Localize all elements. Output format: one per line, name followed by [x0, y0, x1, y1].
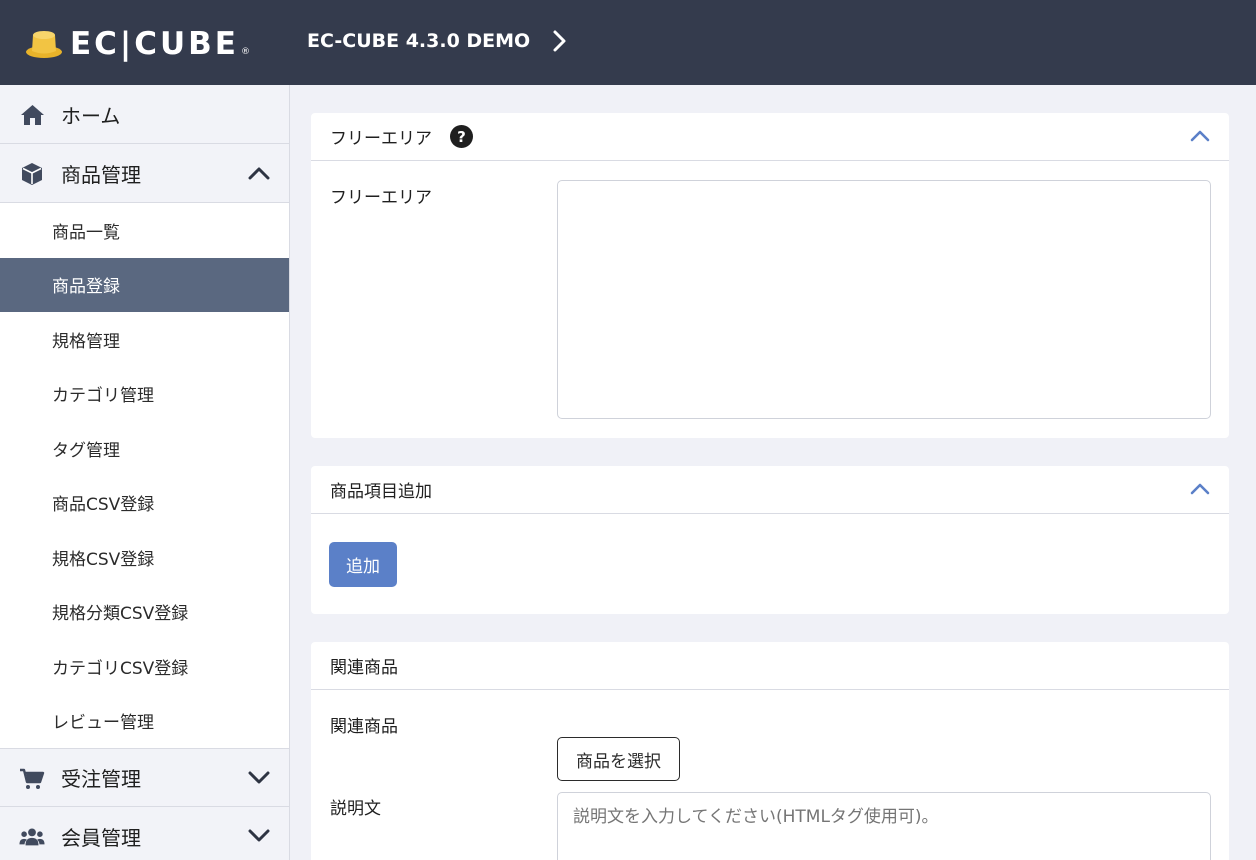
sidebar-subitem-tag-manage[interactable]: タグ管理 [0, 421, 289, 476]
logo[interactable]: EC|CUBE ® [24, 25, 250, 63]
sidebar-subitem-label: カテゴリ管理 [52, 386, 154, 407]
chevron-up-icon[interactable] [247, 163, 271, 187]
sidebar-item-label: ホーム [61, 103, 121, 128]
card-header: フリーエリア ? [311, 113, 1229, 161]
sidebar-subitem-class-category-csv[interactable]: 規格分類CSV登録 [0, 585, 289, 640]
card-title: フリーエリア [330, 129, 432, 149]
sidebar-subitem-product-list[interactable]: 商品一覧 [0, 203, 289, 258]
home-icon [19, 102, 45, 128]
sidebar-subitem-label: カテゴリCSV登録 [52, 658, 189, 679]
chevron-right-icon[interactable] [550, 29, 568, 57]
sidebar-subitem-review-manage[interactable]: レビュー管理 [0, 694, 289, 749]
sidebar-subitem-label: レビュー管理 [52, 713, 154, 734]
card-header: 商品項目追加 [311, 466, 1229, 514]
sidebar: ホーム 商品管理 商品一覧 商品登録 規格管理 カテゴリ管理 タグ管理 商品CS… [0, 85, 290, 860]
cart-icon [19, 766, 45, 792]
sidebar-subitem-label: 規格管理 [52, 331, 120, 352]
field-label: フリーエリア [330, 188, 432, 208]
sidebar-subitem-class-manage[interactable]: 規格管理 [0, 312, 289, 367]
sidebar-subitem-label: 規格分類CSV登録 [52, 604, 189, 625]
sidebar-subitem-product-csv[interactable]: 商品CSV登録 [0, 476, 289, 531]
sidebar-item-label: 会員管理 [61, 825, 141, 850]
sidebar-item-customer[interactable]: 会員管理 [0, 807, 289, 860]
sidebar-subitem-label: 商品登録 [52, 277, 120, 298]
sidebar-subitem-label: 規格CSV登録 [52, 549, 155, 570]
sidebar-subitem-label: 商品一覧 [52, 222, 120, 243]
shop-name-link[interactable]: EC-CUBE 4.3.0 DEMO [307, 30, 530, 52]
field-label: 関連商品 [330, 717, 398, 737]
help-icon[interactable]: ? [450, 125, 473, 148]
product-item-add-card: 商品項目追加 追加 [311, 466, 1229, 614]
cube-logo-icon [24, 25, 64, 63]
field-label: 説明文 [330, 799, 381, 819]
logo-registered-mark: ® [240, 47, 250, 57]
description-textarea[interactable] [557, 792, 1211, 860]
sidebar-item-order[interactable]: 受注管理 [0, 748, 289, 807]
chevron-up-icon[interactable] [1189, 128, 1211, 148]
card-header: 関連商品 [311, 642, 1229, 690]
free-area-textarea[interactable] [557, 180, 1211, 419]
related-products-card: 関連商品 関連商品 商品を選択 説明文 [311, 642, 1229, 860]
free-area-card: フリーエリア ? フリーエリア [311, 113, 1229, 438]
sidebar-item-label: 商品管理 [61, 162, 141, 187]
sidebar-subitem-class-csv[interactable]: 規格CSV登録 [0, 530, 289, 585]
sidebar-item-product[interactable]: 商品管理 [0, 144, 289, 203]
card-title: 商品項目追加 [330, 482, 432, 502]
box-icon [19, 161, 45, 187]
card-title: 関連商品 [330, 658, 398, 678]
chevron-down-icon[interactable] [247, 768, 271, 792]
chevron-up-icon[interactable] [1189, 481, 1211, 501]
sidebar-item-home[interactable]: ホーム [0, 85, 289, 144]
sidebar-subitem-product-register[interactable]: 商品登録 [0, 257, 289, 312]
add-button[interactable]: 追加 [329, 542, 397, 587]
sidebar-subitem-label: タグ管理 [52, 440, 120, 461]
sidebar-subitem-category-csv[interactable]: カテゴリCSV登録 [0, 639, 289, 694]
logo-text: EC|CUBE [70, 25, 239, 62]
users-icon [19, 824, 45, 850]
top-header: EC|CUBE ® EC-CUBE 4.3.0 DEMO [0, 0, 1256, 85]
select-product-button[interactable]: 商品を選択 [557, 737, 680, 781]
chevron-down-icon[interactable] [247, 826, 271, 850]
sidebar-subitem-label: 商品CSV登録 [52, 495, 155, 516]
sidebar-item-label: 受注管理 [61, 767, 141, 791]
sidebar-subitem-category-manage[interactable]: カテゴリ管理 [0, 367, 289, 422]
